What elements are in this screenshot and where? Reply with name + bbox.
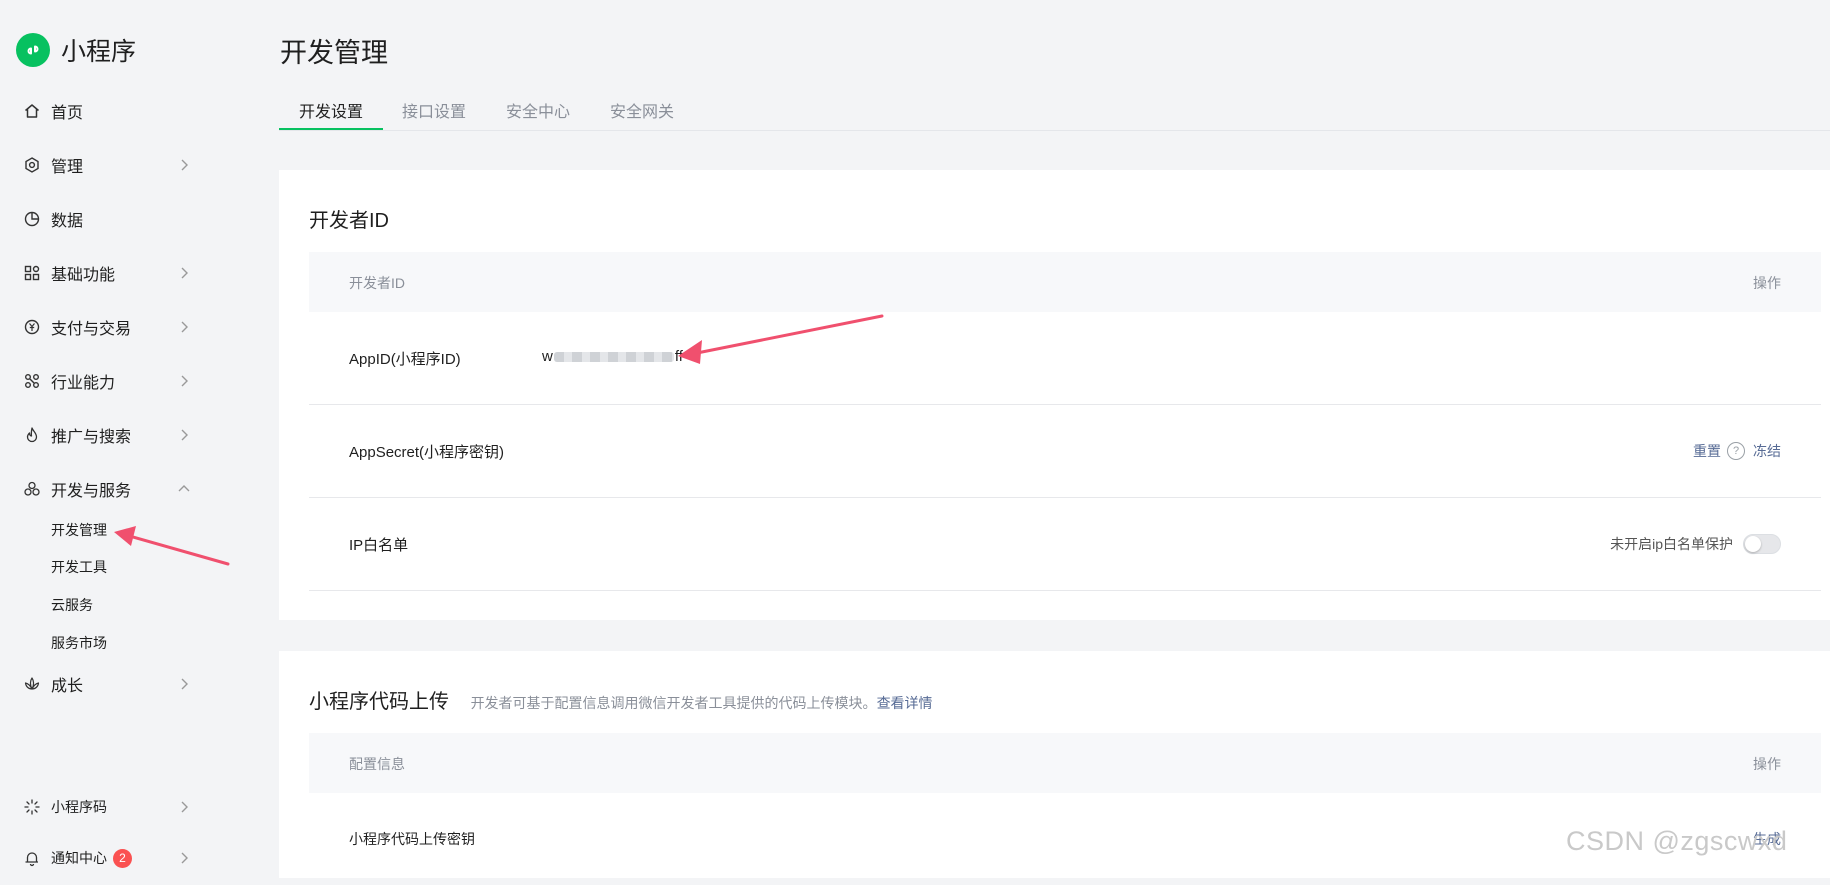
section-title: 小程序代码上传 开发者可基于配置信息调用微信开发者工具提供的代码上传模块。查看详… bbox=[309, 685, 933, 714]
qrcode-icon bbox=[22, 797, 42, 817]
sidebar-item-label: 通知中心 bbox=[51, 850, 107, 866]
sidebar-subitem-dev-tools[interactable]: 开发工具 bbox=[51, 555, 107, 579]
ip-whitelist-toggle[interactable] bbox=[1743, 534, 1781, 554]
tab-security-center[interactable]: 安全中心 bbox=[506, 98, 570, 130]
code-upload-title: 小程序代码上传 bbox=[309, 691, 449, 713]
brand[interactable]: 小程序 bbox=[16, 32, 136, 68]
mini-program-logo-icon bbox=[16, 33, 50, 67]
sidebar-item-data[interactable]: 数据 bbox=[22, 204, 192, 234]
appid-prefix: w bbox=[542, 348, 553, 365]
chevron-right-icon bbox=[181, 852, 188, 864]
redaction-blur bbox=[553, 352, 674, 363]
help-icon[interactable]: ? bbox=[1727, 442, 1745, 460]
sidebar-item-industry[interactable]: 行业能力 bbox=[22, 366, 192, 396]
upload-key-label: 小程序代码上传密钥 bbox=[349, 831, 475, 847]
sidebar-item-promotion[interactable]: 推广与搜索 bbox=[22, 420, 192, 450]
column-header: 配置信息 bbox=[349, 756, 405, 772]
chevron-right-icon bbox=[181, 267, 188, 279]
active-tab-indicator bbox=[279, 128, 383, 130]
sidebar-item-label: 行业能力 bbox=[51, 375, 116, 392]
column-header: 操作 bbox=[1753, 275, 1781, 291]
sidebar-item-qrcode[interactable]: 小程序码 bbox=[22, 792, 192, 822]
cluster-icon bbox=[22, 479, 42, 499]
sidebar-subitem-dev-manage[interactable]: 开发管理 bbox=[51, 518, 107, 542]
sidebar-item-label: 成长 bbox=[51, 678, 84, 695]
sidebar-item-basic-features[interactable]: 基础功能 bbox=[22, 258, 192, 288]
appid-suffix: ff bbox=[674, 348, 683, 365]
ip-whitelist-label: IP白名单 bbox=[349, 537, 409, 554]
grid-icon bbox=[22, 263, 42, 283]
sidebar-item-label: 小程序码 bbox=[51, 799, 107, 815]
ip-toggle-label: 未开启ip白名单保护 bbox=[1610, 536, 1733, 552]
tab-api-settings[interactable]: 接口设置 bbox=[402, 98, 466, 130]
sidebar-item-home[interactable]: 首页 bbox=[22, 96, 192, 126]
sidebar-item-payment[interactable]: 支付与交易 bbox=[22, 312, 192, 342]
appid-value: w ff bbox=[542, 348, 683, 365]
chevron-up-icon bbox=[178, 485, 190, 492]
table-row-ip-whitelist: IP白名单 未开启ip白名单保护 bbox=[309, 498, 1821, 591]
sidebar: 小程序 首页 管理 数据 基础功能 支付与交易 行业能力 推广与搜索 开发与服务… bbox=[0, 0, 262, 878]
watermark: CSDN @zgscwxd bbox=[1566, 826, 1788, 856]
sidebar-item-label: 推广与搜索 bbox=[51, 429, 132, 446]
chevron-right-icon bbox=[181, 375, 188, 387]
lotus-icon bbox=[22, 674, 42, 694]
sidebar-item-label: 首页 bbox=[51, 105, 84, 122]
tab-dev-settings[interactable]: 开发设置 bbox=[299, 98, 363, 130]
sidebar-item-notifications[interactable]: 通知中心 2 bbox=[22, 843, 192, 873]
notification-badge: 2 bbox=[113, 848, 132, 868]
chevron-right-icon bbox=[181, 801, 188, 813]
sidebar-subitem-cloud[interactable]: 云服务 bbox=[51, 593, 93, 617]
chevron-right-icon bbox=[181, 321, 188, 333]
toggle-knob bbox=[1745, 536, 1761, 552]
sidebar-item-label: 数据 bbox=[51, 213, 84, 230]
settings-icon bbox=[22, 155, 42, 175]
sidebar-item-label: 开发与服务 bbox=[51, 483, 132, 500]
table-row-appsecret: AppSecret(小程序密钥) 重置 ? 冻结 bbox=[309, 405, 1821, 498]
flame-icon bbox=[22, 425, 42, 445]
appsecret-actions: 重置 ? 冻结 bbox=[1693, 441, 1781, 461]
developer-id-card: 开发者ID 开发者ID 操作 AppID(小程序ID) w ff AppSecre… bbox=[279, 170, 1830, 620]
network-icon bbox=[22, 371, 42, 391]
column-header: 操作 bbox=[1753, 756, 1781, 772]
pie-chart-icon bbox=[22, 209, 42, 229]
bell-icon bbox=[22, 848, 42, 868]
ip-whitelist-actions: 未开启ip白名单保护 bbox=[1610, 534, 1781, 554]
page-title: 开发管理 bbox=[280, 38, 388, 68]
view-details-link[interactable]: 查看详情 bbox=[877, 695, 933, 711]
tab-security-gateway[interactable]: 安全网关 bbox=[610, 98, 674, 130]
table-row-appid: AppID(小程序ID) w ff bbox=[309, 312, 1821, 405]
section-title: 开发者ID bbox=[309, 210, 389, 232]
sidebar-item-label: 支付与交易 bbox=[51, 321, 132, 338]
sidebar-item-dev-service[interactable]: 开发与服务 bbox=[22, 474, 192, 504]
chevron-right-icon bbox=[181, 429, 188, 441]
appsecret-label: AppSecret(小程序密钥) bbox=[349, 444, 505, 461]
table-header: 开发者ID 操作 bbox=[309, 252, 1821, 312]
column-header: 开发者ID bbox=[349, 275, 405, 291]
chevron-right-icon bbox=[181, 678, 188, 690]
freeze-link[interactable]: 冻结 bbox=[1753, 441, 1781, 461]
sidebar-item-manage[interactable]: 管理 bbox=[22, 150, 192, 180]
tab-bar: 开发设置 接口设置 安全中心 安全网关 bbox=[279, 92, 1830, 131]
chevron-right-icon bbox=[181, 159, 188, 171]
brand-name: 小程序 bbox=[61, 38, 137, 66]
appid-label: AppID(小程序ID) bbox=[349, 351, 461, 368]
home-icon bbox=[22, 101, 42, 121]
code-upload-desc: 开发者可基于配置信息调用微信开发者工具提供的代码上传模块。 bbox=[470, 695, 877, 711]
sidebar-item-growth[interactable]: 成长 bbox=[22, 669, 192, 699]
yen-icon bbox=[22, 317, 42, 337]
sidebar-item-label: 管理 bbox=[51, 159, 84, 176]
table-header: 配置信息 操作 bbox=[309, 733, 1821, 793]
sidebar-item-label: 基础功能 bbox=[51, 267, 116, 284]
reset-link[interactable]: 重置 bbox=[1693, 441, 1721, 461]
sidebar-subitem-market[interactable]: 服务市场 bbox=[51, 631, 107, 655]
